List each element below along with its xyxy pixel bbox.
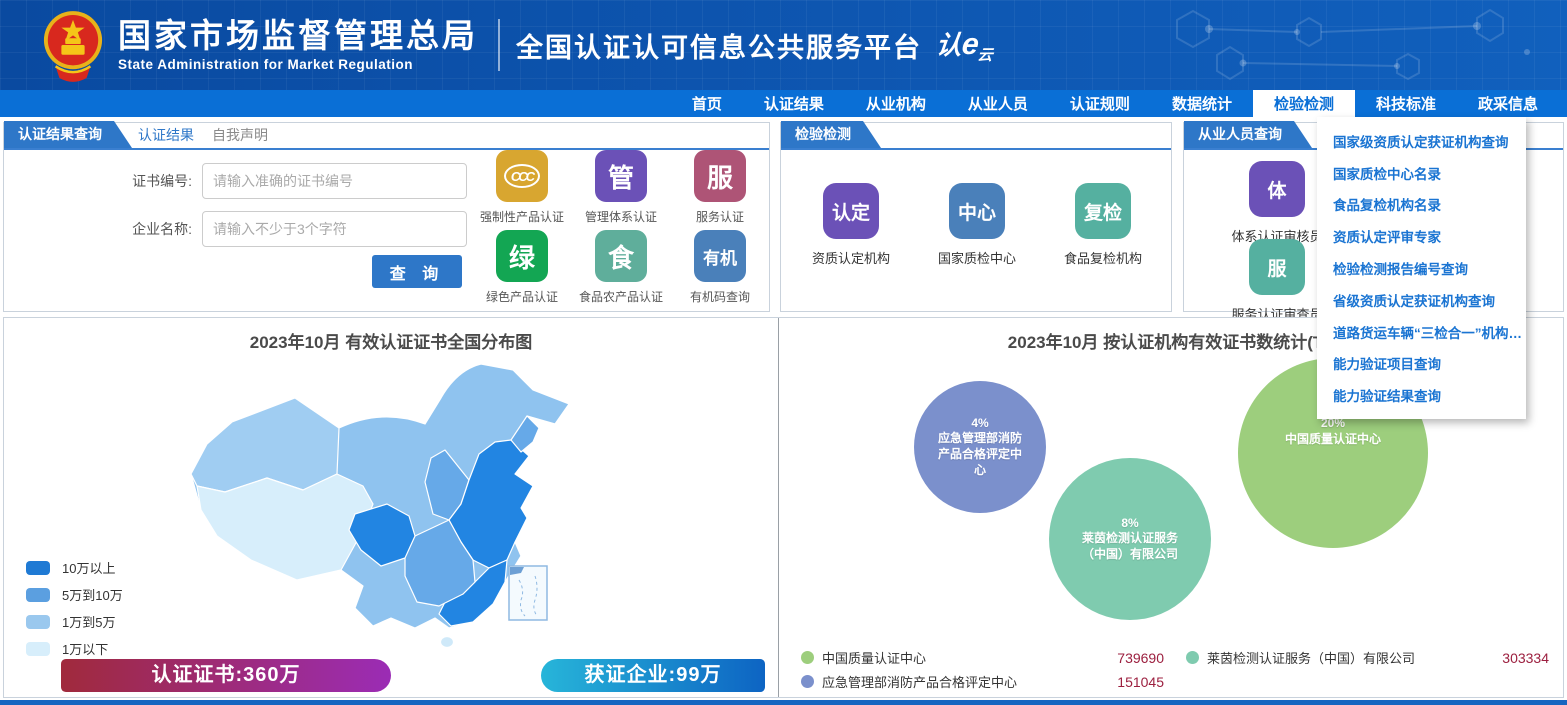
guan-icon: 管 — [595, 150, 647, 202]
shortcut-organic-code-query[interactable]: 有机 有机码查询 — [665, 230, 775, 305]
legend-row: 5万到10万 — [26, 585, 123, 604]
fu2-icon: 服 — [1249, 239, 1305, 295]
shortcut-service-cert[interactable]: 服 服务认证 — [665, 150, 775, 225]
shi-icon: 食 — [595, 230, 647, 282]
inspection-panel-title: 检验检测 — [781, 121, 881, 148]
legend-swatch — [26, 587, 50, 602]
legend-row: 1万到5万 — [26, 612, 123, 631]
main-nav: 首页 认证结果 从业机构 从业人员 认证规则 数据统计 检验检测 科技标准 政采… — [0, 90, 1567, 117]
shortcut-national-quality-centers[interactable]: 中心 国家质检中心 — [922, 183, 1032, 267]
shortcut-accredited-institutions[interactable]: 认定 资质认定机构 — [796, 183, 906, 267]
org-name-en: State Administration for Market Regulati… — [118, 57, 414, 73]
zhongxin-icon: 中心 — [949, 183, 1005, 239]
company-name-input[interactable] — [202, 211, 467, 247]
rending-icon: 认定 — [823, 183, 879, 239]
bubble-tuv-rheinland[interactable]: 8% 莱茵检测认证服务（中国）有限公司 — [1049, 458, 1211, 620]
site-header: 国家市场监督管理总局 State Administration for Mark… — [0, 0, 1567, 90]
nav-item-tech-standards[interactable]: 科技标准 — [1355, 90, 1457, 117]
nav-item-cert-rules[interactable]: 认证规则 — [1049, 90, 1151, 117]
dropdown-item-proficiency-testing-projects[interactable]: 能力验证项目查询 — [1317, 353, 1526, 373]
bubble-emergency-mgmt[interactable]: 4% 应急管理部消防产品合格评定中心 — [914, 381, 1046, 513]
ti-icon: 体 — [1249, 161, 1305, 217]
dropdown-item-road-freight-vehicle-orgs[interactable]: 道路货运车辆“三检合一”机构… — [1317, 322, 1526, 342]
dropdown-item-provincial-accredited-orgs[interactable]: 省级资质认定获证机构查询 — [1317, 290, 1526, 310]
shortcut-system-cert-auditors[interactable]: 体 体系认证审核员 — [1222, 161, 1332, 245]
cert-query-panel: 认证结果查询 认证结果 自我声明 证书编号: 企业名称: 查 询 CCC 强制性… — [3, 122, 770, 312]
dropdown-item-proficiency-testing-results[interactable]: 能力验证结果查询 — [1317, 385, 1526, 405]
map-legend: 10万以上 5万到10万 1万到5万 1万以下 — [26, 558, 123, 658]
nav-item-home[interactable]: 首页 — [671, 90, 743, 117]
ren-e-yun-logo: 认e云 — [934, 28, 994, 64]
shortcut-food-recheck-institutions[interactable]: 复检 食品复检机构 — [1048, 183, 1158, 267]
header-divider — [498, 19, 500, 71]
shortcut-management-system-cert[interactable]: 管 管理体系认证 — [566, 150, 676, 225]
dropdown-item-national-quality-center-list[interactable]: 国家质检中心名录 — [1317, 163, 1526, 183]
search-button[interactable]: 查 询 — [372, 255, 462, 288]
fujian-icon: 复检 — [1075, 183, 1131, 239]
personnel-panel-title: 从业人员查询 — [1184, 121, 1312, 148]
legend-swatch — [26, 641, 50, 656]
legend-dot — [801, 675, 814, 688]
legend-row: 1万以下 — [26, 639, 123, 658]
org-name-cn: 国家市场监督管理总局 — [118, 16, 478, 54]
legend-swatch — [26, 614, 50, 629]
charts-divider — [778, 318, 779, 697]
tab-cert-result[interactable]: 认证结果 — [138, 125, 194, 145]
shortcut-ccc-certification[interactable]: CCC 强制性产品认证 — [467, 150, 577, 225]
dropdown-item-report-number-query[interactable]: 检验检测报告编号查询 — [1317, 258, 1526, 278]
legend-dot — [801, 651, 814, 664]
nav-item-personnel[interactable]: 从业人员 — [947, 90, 1049, 117]
inspection-dropdown-menu: 国家级资质认定获证机构查询 国家质检中心名录 食品复检机构名录 资质认定评审专家… — [1317, 117, 1526, 419]
inspection-panel: 检验检测 认定 资质认定机构 中心 国家质检中心 复检 食品复检机构 — [780, 122, 1172, 312]
enterprise-count-badge: 获证企业:99万 — [541, 659, 765, 692]
map-chart-title: 2023年10月 有效认证证书全国分布图 — [249, 333, 533, 352]
legend-swatch — [26, 560, 50, 575]
nav-item-inspection[interactable]: 检验检测 — [1252, 90, 1355, 117]
shortcut-green-product-cert[interactable]: 绿 绿色产品认证 — [467, 230, 577, 305]
ccc-mark-icon: CCC — [496, 150, 548, 202]
shortcut-service-cert-auditors[interactable]: 服 服务认证审查员 — [1222, 239, 1332, 323]
cert-number-input[interactable] — [202, 163, 467, 199]
nav-item-statistics[interactable]: 数据统计 — [1151, 90, 1253, 117]
cert-query-panel-title: 认证结果查询 — [4, 121, 132, 148]
nav-item-cert-results[interactable]: 认证结果 — [743, 90, 845, 117]
cert-number-label: 证书编号: — [132, 173, 192, 189]
fu-icon: 服 — [694, 150, 746, 202]
legend-dot — [1186, 651, 1199, 664]
platform-title: 全国认证认可信息公共服务平台 — [516, 32, 922, 63]
dropdown-item-accreditation-experts[interactable]: 资质认定评审专家 — [1317, 226, 1526, 246]
national-emblem-logo — [43, 11, 103, 82]
youji-icon: 有机 — [694, 230, 746, 282]
tab-self-declaration[interactable]: 自我声明 — [212, 125, 268, 145]
nav-item-procurement[interactable]: 政采信息 — [1457, 90, 1559, 117]
nav-item-institutions[interactable]: 从业机构 — [845, 90, 947, 117]
dropdown-item-food-recheck-org-list[interactable]: 食品复检机构名录 — [1317, 194, 1526, 214]
company-name-label: 企业名称: — [132, 221, 192, 237]
lv-icon: 绿 — [496, 230, 548, 282]
hexagon-decoration — [1176, 8, 1530, 81]
shortcut-food-agri-cert[interactable]: 食 食品农产品认证 — [566, 230, 676, 305]
page-bottom-bar — [0, 700, 1567, 705]
cert-count-badge: 认证证书:360万 — [61, 659, 391, 692]
china-choropleth-map[interactable] — [172, 354, 602, 654]
page: 国家市场监督管理总局 State Administration for Mark… — [0, 0, 1567, 705]
legend-row: 10万以上 — [26, 558, 123, 577]
dropdown-item-national-accredited-orgs[interactable]: 国家级资质认定获证机构查询 — [1317, 131, 1526, 151]
south-china-sea-inset — [508, 565, 548, 621]
